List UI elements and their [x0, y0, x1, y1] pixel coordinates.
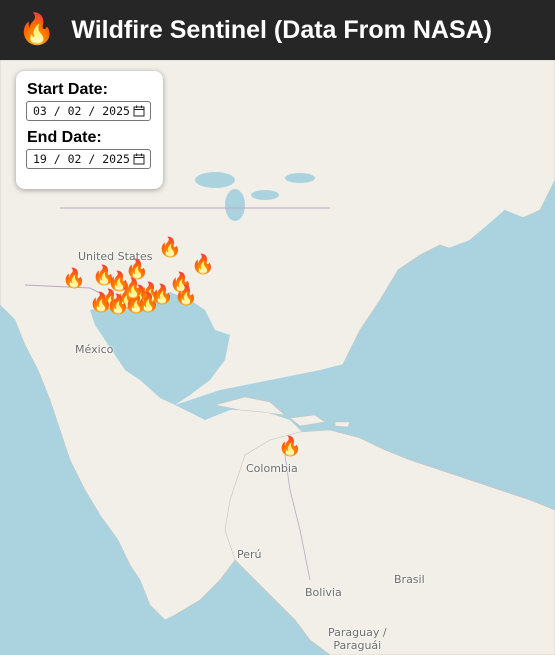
fire-icon: 🔥 — [18, 13, 56, 46]
fire-marker-icon[interactable]: 🔥 — [89, 293, 113, 313]
map-label-brasil: Brasil — [394, 573, 425, 586]
map-label-paraguay: Paraguay / Paraguái — [328, 626, 387, 652]
end-date-input[interactable]: 19 / 02 / 2025 — [26, 149, 151, 169]
start-date-value: 03 / 02 / 2025 — [33, 104, 130, 118]
app-header: 🔥 Wildfire Sentinel (Data From NASA) — [0, 0, 555, 60]
fire-marker-icon[interactable]: 🔥 — [191, 255, 215, 275]
map-label-peru: Perú — [237, 548, 262, 561]
fire-marker-icon[interactable]: 🔥 — [121, 279, 145, 299]
map-label-colombia: Colombia — [246, 462, 298, 475]
page-title: Wildfire Sentinel (Data From NASA) — [71, 15, 493, 44]
calendar-icon[interactable] — [133, 105, 145, 117]
end-date-value: 19 / 02 / 2025 — [33, 152, 130, 166]
map-label-bolivia: Bolivia — [305, 586, 342, 599]
start-date-input[interactable]: 03 / 02 / 2025 — [26, 101, 151, 121]
date-filter-panel: Start Date: 03 / 02 / 2025 End Date: 19 … — [16, 71, 163, 189]
fire-marker-icon[interactable]: 🔥 — [62, 269, 86, 289]
map-label-mexico: México — [75, 343, 114, 356]
start-date-label: Start Date: — [27, 81, 108, 98]
fire-marker-icon[interactable]: 🔥 — [158, 238, 182, 258]
fire-marker-icon[interactable]: 🔥 — [278, 437, 302, 457]
fire-marker-icon[interactable]: 🔥 — [174, 286, 198, 306]
end-date-label: End Date: — [27, 129, 102, 146]
calendar-icon[interactable] — [133, 153, 145, 165]
